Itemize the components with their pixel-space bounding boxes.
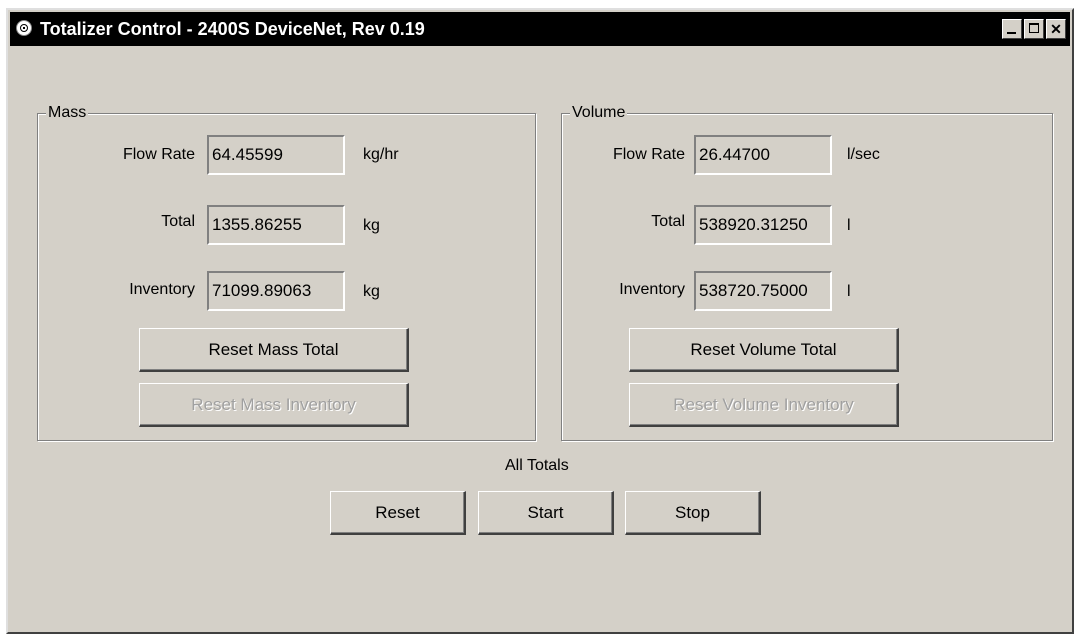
mass-inventory-label: Inventory (129, 281, 195, 298)
mass-flow-rate-label: Flow Rate (122, 146, 195, 163)
mass-inventory-unit: kg (363, 283, 380, 300)
volume-flow-rate-unit: l/sec (847, 146, 880, 163)
volume-total-unit: l (847, 217, 851, 234)
totalizer-window: Totalizer Control - 2400S DeviceNet, Rev… (6, 8, 1074, 634)
maximize-icon (1029, 23, 1039, 33)
app-icon[interactable] (16, 20, 32, 36)
reset-volume-inventory-button[interactable]: Reset Volume Inventory (629, 383, 899, 427)
volume-flow-rate-label: Flow Rate (612, 146, 685, 163)
stop-button[interactable]: Stop (625, 491, 761, 535)
mass-total-unit: kg (363, 217, 380, 234)
volume-inventory-unit: l (847, 283, 851, 300)
maximize-button[interactable] (1024, 19, 1044, 39)
volume-inventory-field[interactable]: 538720.75000 (694, 271, 832, 311)
close-button[interactable]: ✕ (1046, 19, 1066, 39)
mass-total-field[interactable]: 1355.86255 (207, 205, 345, 245)
volume-total-label: Total (651, 213, 685, 230)
volume-flow-rate-field[interactable]: 26.44700 (694, 135, 832, 175)
mass-total-label: Total (161, 213, 195, 230)
volume-inventory-label: Inventory (619, 281, 685, 298)
mass-flow-rate-field[interactable]: 64.45599 (207, 135, 345, 175)
minimize-button[interactable] (1002, 19, 1022, 39)
window-title: Totalizer Control - 2400S DeviceNet, Rev… (40, 19, 425, 39)
volume-group-title: Volume (570, 104, 628, 122)
minimize-icon (1007, 32, 1016, 34)
volume-group: Volume Flow Rate 26.44700 l/sec Total 53… (561, 104, 1053, 441)
close-icon: ✕ (1050, 21, 1062, 37)
volume-total-field[interactable]: 538920.31250 (694, 205, 832, 245)
mass-inventory-field[interactable]: 71099.89063 (207, 271, 345, 311)
title-bar[interactable]: Totalizer Control - 2400S DeviceNet, Rev… (10, 12, 1070, 46)
mass-group-title: Mass (46, 104, 89, 122)
start-button[interactable]: Start (478, 491, 614, 535)
mass-group: Mass Flow Rate 64.45599 kg/hr Total 1355… (37, 104, 536, 441)
reset-volume-total-button[interactable]: Reset Volume Total (629, 328, 899, 372)
all-totals-label: All Totals (505, 457, 569, 474)
reset-mass-inventory-button[interactable]: Reset Mass Inventory (139, 383, 409, 427)
reset-all-button[interactable]: Reset (330, 491, 466, 535)
mass-flow-rate-unit: kg/hr (363, 146, 399, 163)
reset-mass-total-button[interactable]: Reset Mass Total (139, 328, 409, 372)
